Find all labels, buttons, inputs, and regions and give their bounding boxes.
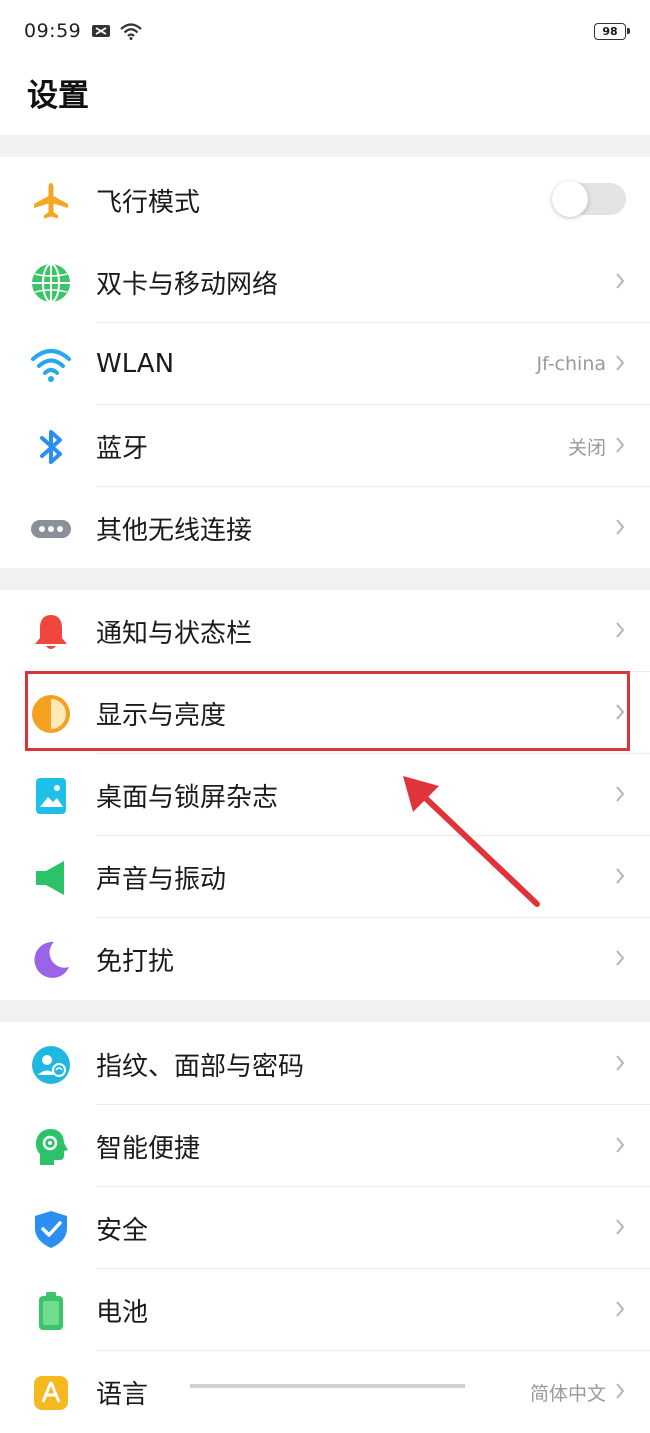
fingerprint-icon — [30, 1044, 72, 1086]
chevron-right-icon — [616, 355, 625, 371]
settings-item-label: 安全 — [96, 1215, 149, 1246]
settings-item-fingerprint-face-password[interactable]: 指纹、面部与密码 — [0, 1023, 650, 1105]
message-icon — [92, 25, 111, 37]
language-value: 简体中文 — [529, 1382, 606, 1405]
settings-item-other-wireless[interactable]: 其他无线连接 — [0, 487, 650, 569]
bluetooth-status-value: 关闭 — [567, 436, 606, 459]
language-icon — [30, 1372, 72, 1414]
battery-icon — [30, 1290, 72, 1332]
settings-item-do-not-disturb[interactable]: 免打扰 — [0, 918, 650, 1000]
settings-item-label: 蓝牙 — [96, 433, 149, 464]
wifi-icon — [30, 344, 72, 386]
chevron-right-icon — [616, 1055, 625, 1071]
battery-indicator: 98 — [594, 22, 630, 40]
bluetooth-icon — [30, 426, 72, 468]
settings-item-label: 通知与状态栏 — [96, 618, 253, 649]
settings-item-bluetooth[interactable]: 蓝牙 关闭 — [0, 405, 650, 487]
page-title: 设置 — [27, 78, 89, 114]
globe-icon — [30, 262, 72, 304]
speaker-icon — [30, 857, 72, 899]
airplane-mode-toggle[interactable] — [552, 181, 626, 217]
status-bar: 09:59 98 — [0, 0, 650, 62]
settings-item-airplane-mode[interactable]: 飞行模式 — [0, 159, 650, 241]
chevron-right-icon — [616, 786, 625, 802]
settings-item-label: 桌面与锁屏杂志 — [96, 782, 279, 813]
shield-icon — [30, 1208, 72, 1250]
wifi-icon — [120, 23, 143, 40]
settings-item-battery[interactable]: 电池 — [0, 1269, 650, 1351]
status-time: 09:59 — [24, 20, 82, 42]
group-separator — [0, 568, 650, 590]
settings-item-label: 指纹、面部与密码 — [96, 1051, 305, 1082]
chevron-right-icon — [616, 868, 625, 884]
settings-item-label: 电池 — [96, 1297, 149, 1328]
moon-icon — [30, 939, 72, 981]
settings-item-security[interactable]: 安全 — [0, 1187, 650, 1269]
bottom-overlay-bar — [190, 1384, 465, 1388]
chevron-right-icon — [616, 519, 625, 535]
chevron-right-icon — [616, 950, 625, 966]
settings-item-label: 飞行模式 — [96, 187, 201, 218]
wlan-network-value: Jf-china — [536, 353, 606, 375]
settings-item-dual-sim-network[interactable]: 双卡与移动网络 — [0, 241, 650, 323]
settings-item-label: 免打扰 — [96, 946, 175, 977]
chevron-right-icon — [616, 273, 625, 289]
chevron-right-icon — [616, 1219, 625, 1235]
smart-assist-icon — [30, 1126, 72, 1168]
group-separator — [0, 135, 650, 157]
settings-item-label: 其他无线连接 — [96, 515, 253, 546]
settings-item-desktop-lockscreen[interactable]: 桌面与锁屏杂志 — [0, 754, 650, 836]
settings-item-label: 智能便捷 — [96, 1133, 201, 1164]
toggle-knob — [552, 181, 588, 217]
more-dots-icon — [30, 508, 72, 550]
chevron-right-icon — [616, 1301, 625, 1317]
status-icons — [91, 22, 143, 40]
chevron-right-icon — [616, 1137, 625, 1153]
wallpaper-icon — [30, 775, 72, 817]
settings-item-label: WLAN — [96, 349, 175, 379]
settings-item-sound-vibration[interactable]: 声音与振动 — [0, 836, 650, 918]
settings-item-language[interactable]: 语言 简体中文 — [0, 1351, 650, 1433]
annotation-arrow-icon — [403, 776, 540, 907]
settings-item-smart-assist[interactable]: 智能便捷 — [0, 1105, 650, 1187]
settings-item-label: 语言 — [96, 1379, 149, 1410]
group-separator — [0, 1000, 650, 1022]
chevron-right-icon — [616, 1383, 625, 1399]
settings-item-label: 声音与振动 — [96, 864, 227, 895]
settings-item-notifications[interactable]: 通知与状态栏 — [0, 590, 650, 672]
highlight-box — [25, 671, 630, 751]
chevron-right-icon — [616, 437, 625, 453]
settings-item-label: 双卡与移动网络 — [96, 269, 279, 300]
settings-item-wlan[interactable]: WLAN Jf-china — [0, 323, 650, 405]
airplane-icon — [30, 180, 72, 222]
chevron-right-icon — [616, 622, 625, 638]
bell-icon — [30, 611, 72, 653]
